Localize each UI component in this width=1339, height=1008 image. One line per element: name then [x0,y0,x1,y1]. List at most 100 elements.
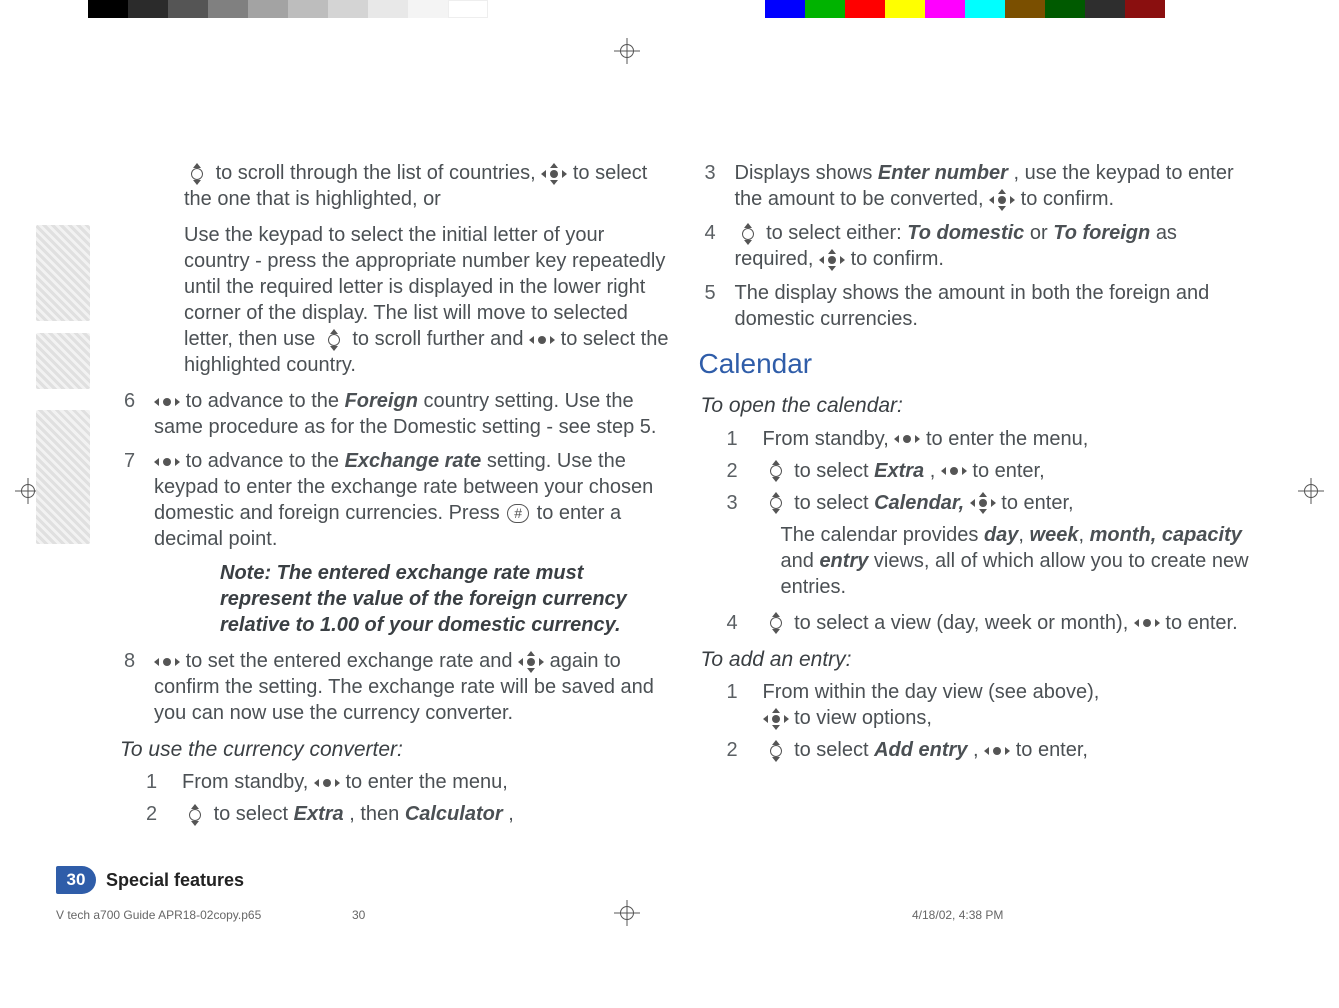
subhead-open-calendar: To open the calendar: [701,392,1250,419]
step-number: 4 [699,220,725,246]
nav-select-icon [986,743,1008,759]
conv-step-5: 5 The display shows the amount in both t… [699,280,1250,332]
text: to advance to the [186,390,345,412]
section-title: Special features [106,870,244,891]
text: to enter, [1001,492,1073,514]
emph: Extra [874,460,924,482]
nav-select-icon [821,252,843,268]
text: , [930,460,941,482]
nav-select-icon [972,495,994,511]
text: to select either: [766,222,907,244]
nav-up-down-icon [765,495,787,511]
heading-calendar: Calendar [699,346,1250,382]
nav-left-right-icon [156,454,178,470]
conv-step-4: 4 to select either: To domestic or To fo… [699,220,1250,272]
add-step-1: 1 From within the day view (see above), … [727,679,1250,731]
text: to confirm. [851,248,944,270]
sw [1125,0,1165,18]
left-column: to scroll through the list of countries,… [118,160,669,938]
open-step-1: 1 From standby, to enter the menu, [727,426,1250,452]
nav-select-icon [520,654,542,670]
emph: Foreign [345,390,418,412]
text: to set the entered exchange rate and [186,650,518,672]
sw [965,0,1005,18]
text: , then [349,803,405,825]
text: to enter. [1165,612,1237,634]
sw [128,0,168,18]
text: to scroll through the list of countries, [216,162,542,184]
text: to select [794,739,874,761]
nav-left-right-icon [156,394,178,410]
step-number: 3 [699,160,725,186]
text: and [781,550,820,572]
hash-key-icon: # [507,504,529,523]
nav-select-icon [316,775,338,791]
page-content: to scroll through the list of countries,… [118,160,1249,938]
sw [805,0,845,18]
text: , [508,803,514,825]
print-timestamp: 4/18/02, 4:38 PM [912,908,1003,922]
use-step-1: 1 From standby, to enter the menu, [146,769,669,795]
text: to enter the menu, [926,428,1088,450]
text: From within the day view (see above), [763,681,1100,703]
registration-mark-icon [1298,478,1324,504]
use-step-2: 2 to select Extra , then Calculator , [146,801,669,827]
sw [1045,0,1085,18]
nav-up-down-icon [186,166,208,182]
nav-up-down-icon [323,332,345,348]
emph: Extra [294,803,344,825]
emph: Exchange rate [345,450,482,472]
sw [88,0,128,18]
nav-up-down-icon [765,463,787,479]
print-page-number: 30 [352,908,682,922]
step-number: 7 [118,448,144,474]
margin-texture [36,410,90,544]
exchange-rate-note: Note: The entered exchange rate must rep… [118,560,669,638]
sw [448,0,488,18]
emph: month, capacity [1090,524,1242,546]
text: to scroll further and [352,328,529,350]
sw [208,0,248,18]
step-number: 1 [146,769,172,795]
sw [408,0,448,18]
step-8: 8 to set the entered exchange rate and a… [118,648,669,726]
step-number: 2 [727,458,753,484]
nav-select-icon [531,332,553,348]
nav-select-icon [1136,615,1158,631]
emph: Enter number [878,162,1008,184]
subhead-use-converter: To use the currency converter: [120,736,669,763]
sw [248,0,288,18]
nav-select-icon [991,192,1013,208]
sw [328,0,368,18]
text: , [973,739,984,761]
emph: Add entry [874,739,967,761]
sw [1005,0,1045,18]
step-7: 7 to advance to the Exchange rate settin… [118,448,669,552]
para-keypad-initial-letter: Use the keypad to select the initial let… [118,222,669,378]
nav-select-icon [943,463,965,479]
text: to advance to the [186,450,345,472]
text: to confirm. [1021,188,1114,210]
step-number: 6 [118,388,144,414]
nav-up-down-icon [765,615,787,631]
step-number: 3 [727,490,753,516]
sw [925,0,965,18]
open-step-3: 3 to select Calendar, to enter, [727,490,1250,516]
text: The calendar provides [781,524,984,546]
subhead-add-entry: To add an entry: [701,646,1250,673]
text: The display shows the amount in both the… [725,280,1250,332]
sw [765,0,805,18]
step-number: 2 [146,801,172,827]
sw [168,0,208,18]
step-number: 2 [727,737,753,763]
emph: entry [819,550,868,572]
text: to enter the menu, [345,771,507,793]
margin-texture [36,333,90,389]
text: to select [794,492,874,514]
nav-up-down-icon [765,743,787,759]
grayscale-calibration-bar [88,0,488,18]
text: From standby, [763,428,895,450]
conv-step-3: 3 Displays shows Enter number , use the … [699,160,1250,212]
nav-left-right-icon [156,654,178,670]
text: to enter, [972,460,1044,482]
